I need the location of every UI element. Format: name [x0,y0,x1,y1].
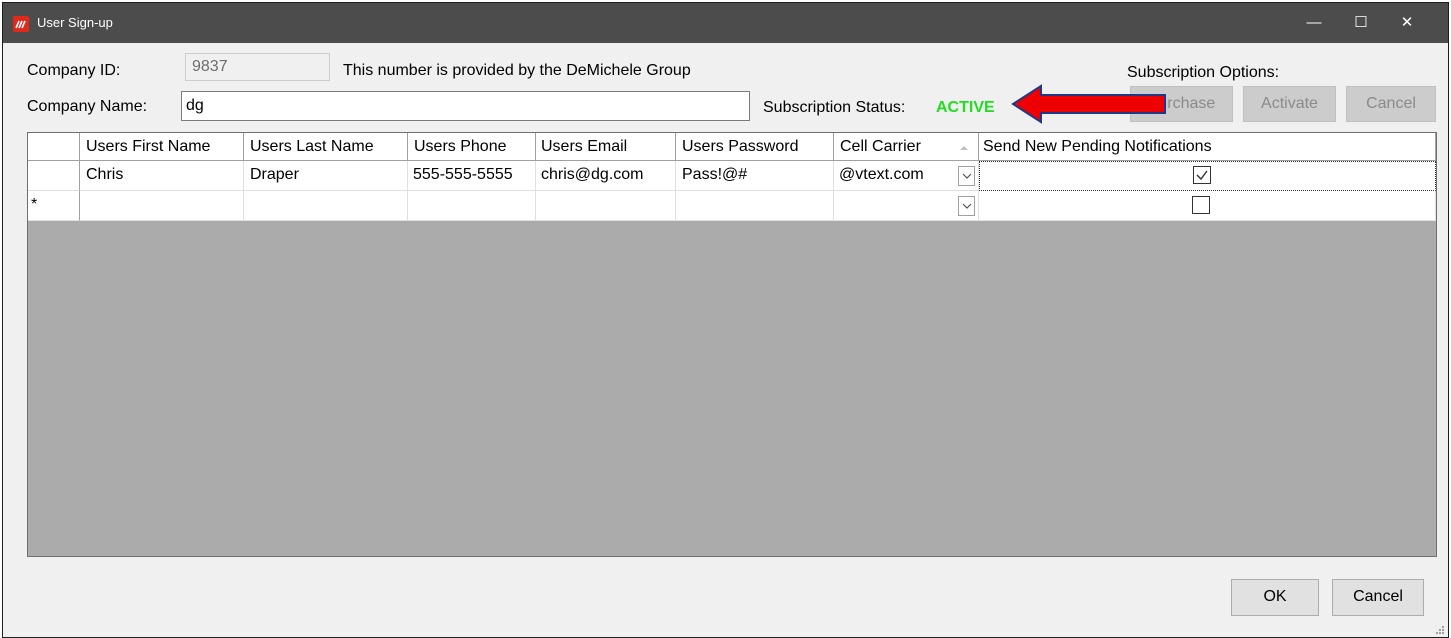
new-cell-carrier-combo[interactable] [834,191,979,221]
subscription-options-label: Subscription Options: [1127,64,1280,81]
cell-first-name[interactable]: Chris [80,161,244,191]
cell-last-name[interactable]: Draper [244,161,408,191]
column-header-last-name[interactable]: Users Last Name [244,133,408,161]
chevron-down-icon [962,203,972,209]
new-cell-email[interactable] [536,191,676,221]
cell-password[interactable]: Pass!@# [676,161,834,191]
new-carrier-dropdown-button[interactable] [958,196,975,216]
activate-button[interactable]: Activate [1243,86,1336,122]
new-cell-phone[interactable] [408,191,536,221]
cell-carrier-value: @vtext.com [839,166,924,183]
company-id-note: This number is provided by the DeMichele… [343,62,691,79]
column-header-email[interactable]: Users Email [536,133,676,161]
chevron-down-icon [962,173,972,179]
column-header-phone[interactable]: Users Phone [408,133,536,161]
new-cell-first-name[interactable] [80,191,244,221]
company-name-label: Company Name: [27,98,148,115]
app-icon [13,16,29,32]
grid-corner-header [28,133,80,161]
company-id-label: Company ID: [27,62,121,79]
users-grid[interactable]: Users First Name Users Last Name Users P… [27,132,1437,557]
company-id-field: 9837 [185,53,330,81]
company-name-input[interactable]: dg [181,91,750,121]
title-bar[interactable]: User Sign-up — ☐ ✕ [3,3,1448,43]
cell-email[interactable]: chris@dg.com [536,161,676,191]
maximize-icon: ☐ [1354,14,1368,31]
cell-carrier-combo[interactable]: @vtext.com [834,161,979,191]
notification-checkbox[interactable] [1193,166,1211,184]
sort-arrow-icon [960,146,968,150]
carrier-dropdown-button[interactable] [958,166,975,186]
new-cell-password[interactable] [676,191,834,221]
ok-button[interactable]: OK [1231,579,1319,616]
subscription-cancel-button[interactable]: Cancel [1346,86,1436,122]
close-button[interactable]: ✕ [1384,3,1430,43]
maximize-button[interactable]: ☐ [1338,3,1384,43]
column-header-cell-carrier[interactable]: Cell Carrier [834,133,979,161]
subscription-status-label: Subscription Status: [763,99,906,116]
new-notification-checkbox[interactable] [1192,196,1210,214]
user-signup-window: User Sign-up — ☐ ✕ Company ID: 9837 This… [2,2,1449,638]
minimize-button[interactable]: — [1291,3,1337,43]
cell-phone[interactable]: 555-555-5555 [408,161,536,191]
new-row-header[interactable]: * [28,191,80,221]
column-header-send-notifications[interactable]: Send New Pending Notifications [979,133,1436,161]
new-cell-send-notifications[interactable] [979,191,1436,221]
subscription-status-value: ACTIVE [936,99,995,116]
cell-carrier-header-label: Cell Carrier [840,138,921,155]
resize-grip-icon[interactable] [1433,623,1445,635]
window-title: User Sign-up [37,15,113,30]
cancel-button[interactable]: Cancel [1332,579,1424,616]
minimize-icon: — [1306,14,1322,31]
column-header-first-name[interactable]: Users First Name [80,133,244,161]
new-cell-last-name[interactable] [244,191,408,221]
red-arrow-icon [1011,84,1166,124]
cell-send-notifications[interactable] [979,161,1436,191]
close-icon: ✕ [1400,14,1414,31]
row-header[interactable] [28,161,80,191]
column-header-password[interactable]: Users Password [676,133,834,161]
checkmark-icon [1196,170,1208,181]
